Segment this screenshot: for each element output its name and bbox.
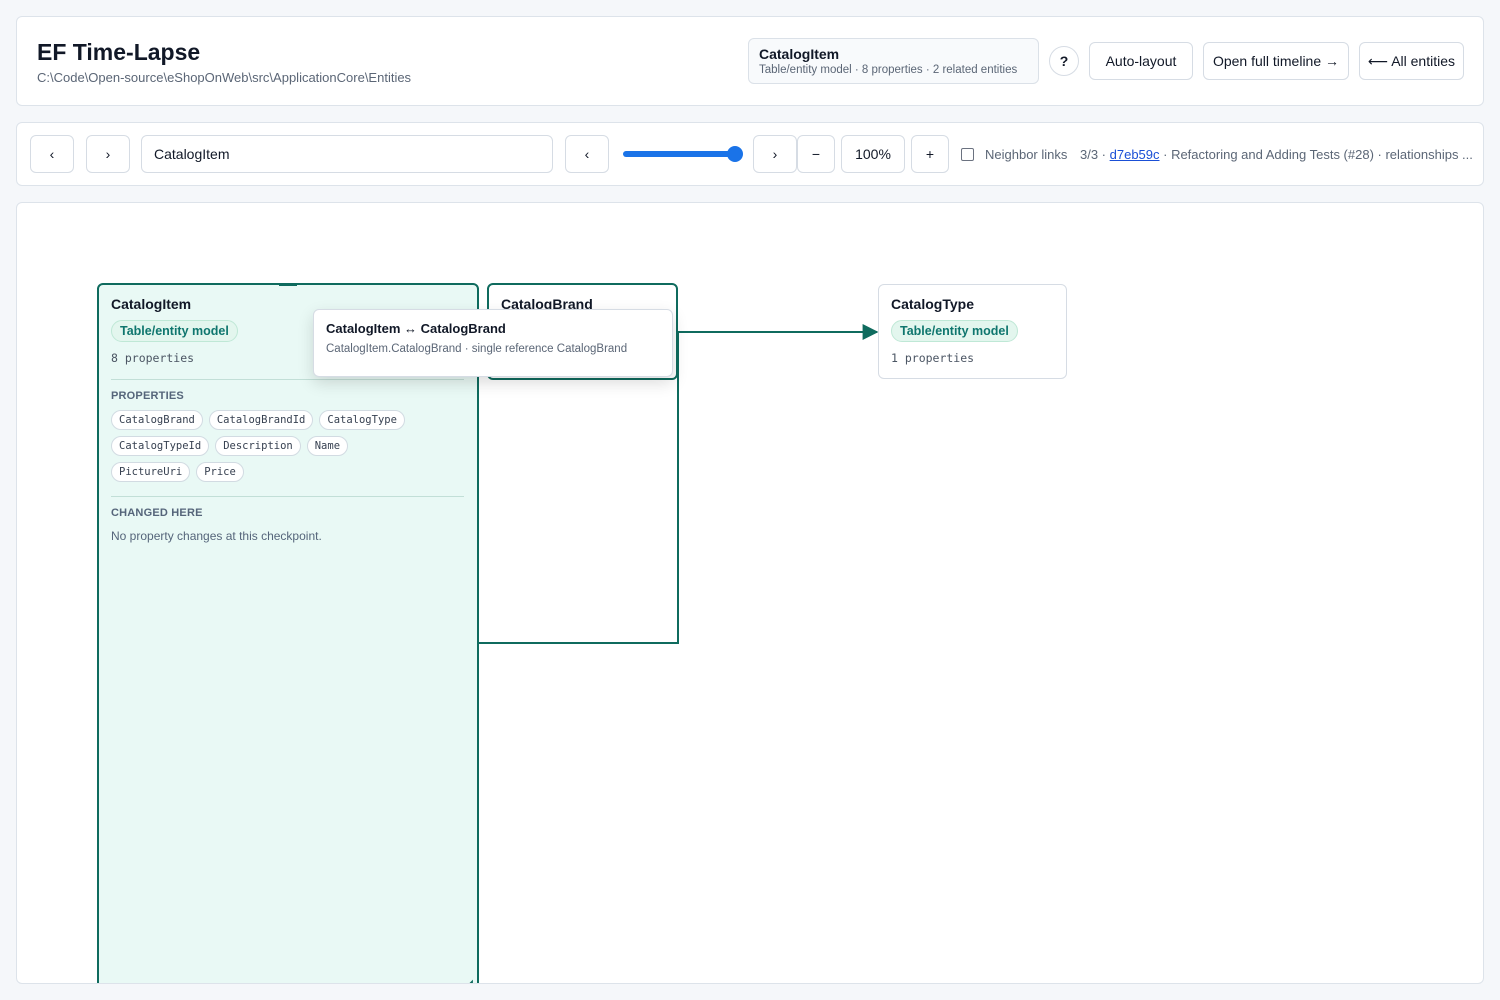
divider <box>111 379 464 380</box>
property-count: 1 properties <box>891 351 975 365</box>
diagram-canvas[interactable]: CatalogItem Table/entity model 8 propert… <box>16 202 1484 984</box>
entity-node-catalogitem[interactable]: CatalogItem Table/entity model 8 propert… <box>97 283 479 983</box>
neighbor-links-label[interactable]: Neighbor links <box>985 147 1067 162</box>
connection-handle[interactable] <box>279 283 297 286</box>
edge-tooltip-detail: CatalogItem.CatalogBrand · single refere… <box>326 343 628 355</box>
resize-handle-icon[interactable]: ◢ <box>465 978 473 983</box>
commit-message: · Refactoring and Adding Tests (#28) · r… <box>1159 147 1472 162</box>
all-entities-button[interactable]: ⟵ All entities <box>1359 42 1464 80</box>
zoom-level-display[interactable]: 100% <box>841 135 905 173</box>
property-chip: CatalogBrand <box>111 410 203 430</box>
timeline-slider[interactable] <box>623 146 743 162</box>
entity-node-catalogtype[interactable]: CatalogType Table/entity model 1 propert… <box>878 284 1067 379</box>
property-chip: CatalogTypeId <box>111 436 210 456</box>
property-chip: CatalogType <box>319 410 405 430</box>
entity-type-badge: Table/entity model <box>111 320 238 342</box>
property-list: CatalogBrand CatalogBrandId CatalogType … <box>111 410 431 482</box>
entity-summary-title: CatalogItem <box>759 46 840 62</box>
divider <box>111 496 464 497</box>
entity-summary-card: CatalogItem Table/entity model · 8 prope… <box>748 38 1039 84</box>
entity-type-badge: Table/entity model <box>891 320 1018 342</box>
previous-entity-button[interactable]: ‹ <box>30 135 74 173</box>
properties-heading: PROPERTIES <box>111 390 184 402</box>
property-chip: PictureUri <box>111 462 191 482</box>
auto-layout-button[interactable]: Auto-layout <box>1089 42 1193 80</box>
project-path: C:\Code\Open-source\eShopOnWeb\src\Appli… <box>37 70 412 85</box>
entity-summary-subtitle: Table/entity model · 8 properties · 2 re… <box>759 64 1018 76</box>
next-entity-button[interactable]: › <box>86 135 130 173</box>
zoom-in-button[interactable]: + <box>911 135 949 173</box>
help-button[interactable]: ? <box>1049 46 1079 76</box>
checkpoint-position: 3/3 · <box>1080 147 1110 162</box>
neighbor-links-checkbox[interactable] <box>961 148 974 161</box>
entity-search-input[interactable] <box>141 135 553 173</box>
property-chip: Description <box>215 436 301 456</box>
app-header: EF Time-Lapse C:\Code\Open-source\eShopO… <box>16 16 1484 106</box>
app-title: EF Time-Lapse <box>37 39 201 65</box>
edge-tooltip-title: CatalogItem ↔ CatalogBrand <box>326 321 506 336</box>
open-full-timeline-button[interactable]: Open full timeline → <box>1203 42 1349 80</box>
next-checkpoint-button[interactable]: › <box>753 135 797 173</box>
commit-link[interactable]: d7eb59c <box>1110 147 1160 162</box>
timeline-slider-track <box>623 151 741 157</box>
edge-tooltip: CatalogItem ↔ CatalogBrand CatalogItem.C… <box>313 309 673 377</box>
changes-heading: CHANGED HERE <box>111 507 203 519</box>
zoom-out-button[interactable]: − <box>797 135 835 173</box>
checkpoint-info: 3/3 · d7eb59c · Refactoring and Adding T… <box>1080 147 1472 162</box>
property-chip: Price <box>196 462 244 482</box>
entity-name: CatalogType <box>891 296 974 312</box>
changes-text: No property changes at this checkpoint. <box>111 529 322 543</box>
timeline-slider-thumb[interactable] <box>727 146 743 162</box>
previous-checkpoint-button[interactable]: ‹ <box>565 135 609 173</box>
toolbar: ‹ › ‹ › − 100% + Neighbor links 3/3 · d7… <box>16 122 1484 186</box>
property-chip: Name <box>306 436 349 456</box>
property-chip: CatalogBrandId <box>208 410 314 430</box>
